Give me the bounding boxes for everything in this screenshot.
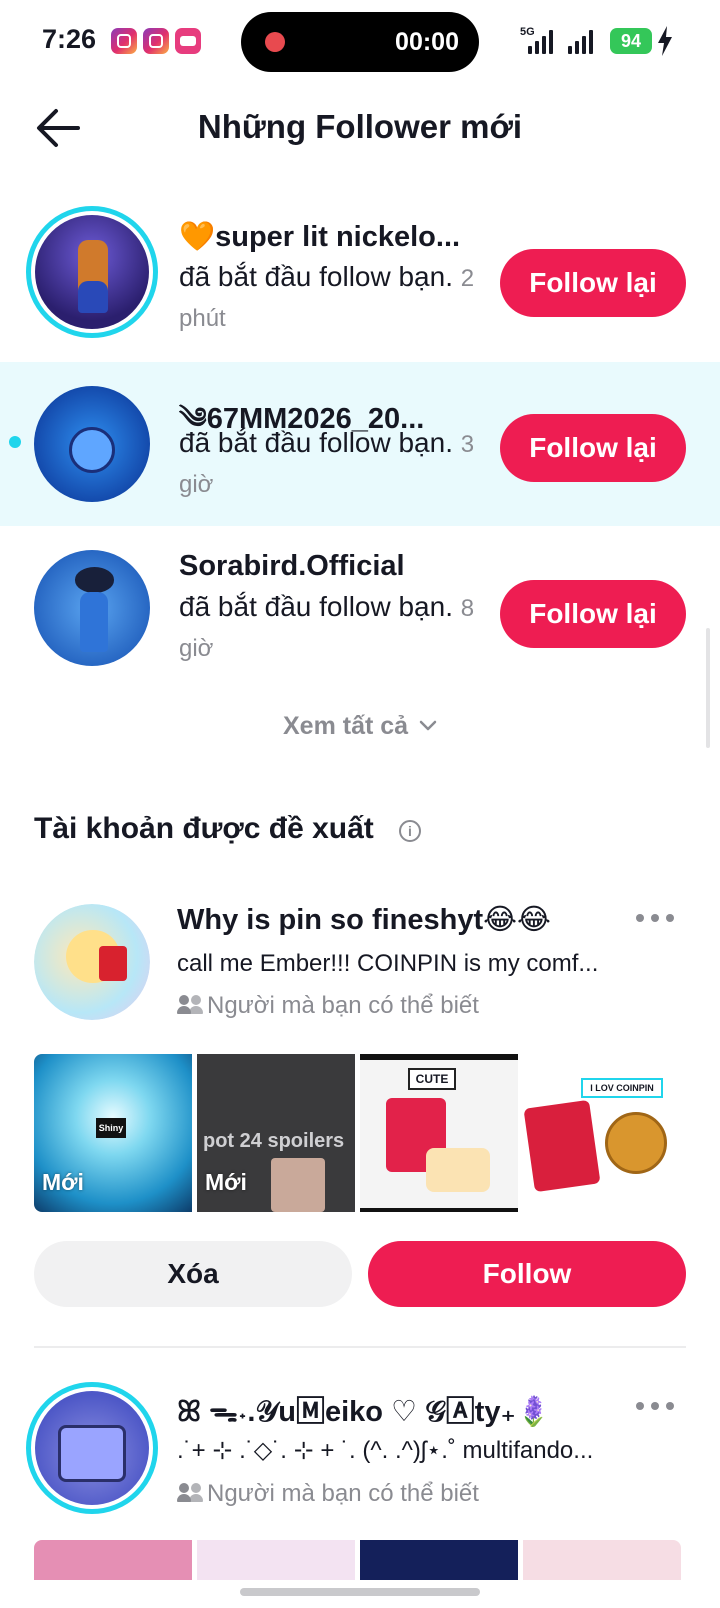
follower-name[interactable]: Sorabird.Official xyxy=(179,550,469,583)
avatar[interactable] xyxy=(34,550,150,666)
suggestion-reason-text: Người mà bạn có thể biết xyxy=(207,1480,479,1507)
people-icon xyxy=(177,1483,205,1503)
follower-name[interactable]: 🧡super lit nickelo... xyxy=(179,220,469,254)
follow-back-button[interactable]: Follow lại xyxy=(500,580,686,648)
follower-action-text: đã bắt đầu follow bạn. xyxy=(179,427,453,458)
page-title: Những Follower mới xyxy=(197,108,523,145)
thumbnail-label: Shiny xyxy=(96,1118,126,1138)
video-thumbnail[interactable]: CUTE xyxy=(360,1054,518,1212)
see-all-link[interactable]: Xem tất cả xyxy=(0,712,720,741)
status-time: 7:26 xyxy=(42,24,97,54)
video-thumbnail[interactable] xyxy=(34,1540,192,1580)
suggestion-reason: Người mà bạn có thể biết xyxy=(177,992,479,1020)
follower-row[interactable]: 🧡super lit nickelo... đã bắt đầu follow … xyxy=(0,190,720,354)
suggested-account-name[interactable]: ꕤ ᯓ˖.𝒴u🄼eiko ♡ 𝒢🄰ty₊🪻 xyxy=(177,1388,597,1430)
thumbnail-label: CUTE xyxy=(408,1068,456,1090)
cellular-signal-icon xyxy=(528,30,556,54)
thumbnail-label: I LOV COINPIN xyxy=(581,1078,663,1098)
follower-activity: đã bắt đầu follow bạn. 8 giờ xyxy=(179,588,479,668)
follower-row[interactable]: ༄67MM2026_20... đã bắt đầu follow bạn. 3… xyxy=(0,362,720,526)
suggested-account-name[interactable]: Why is pin so fineshyt😂😂 xyxy=(177,902,597,937)
new-badge: Mới xyxy=(205,1169,247,1195)
follower-action-text: đã bắt đầu follow bạn. xyxy=(179,591,453,622)
more-options-icon[interactable] xyxy=(636,1402,674,1412)
charging-bolt-icon xyxy=(658,26,672,56)
suggestion-reason: Người mà bạn có thể biết xyxy=(177,1480,479,1508)
app-notification-icon xyxy=(175,28,201,54)
section-title: Tài khoản được đề xuất xyxy=(34,812,374,845)
video-thumbnail[interactable]: I LOV COINPIN xyxy=(523,1054,681,1212)
follower-activity: đã bắt đầu follow bạn. 3 giờ xyxy=(179,424,479,504)
instagram-notification-icon xyxy=(143,28,169,54)
video-thumbnail[interactable]: pot 24 spoilers Mới xyxy=(197,1054,355,1212)
recording-time: 00:00 xyxy=(395,28,459,56)
suggestion-reason-text: Người mà bạn có thể biết xyxy=(207,992,479,1019)
avatar[interactable] xyxy=(26,1382,158,1514)
follow-back-button[interactable]: Follow lại xyxy=(500,249,686,317)
avatar[interactable] xyxy=(34,386,150,502)
video-thumbnail[interactable]: Shiny Mới xyxy=(34,1054,192,1212)
follower-activity: đã bắt đầu follow bạn. 2 phút xyxy=(179,258,479,338)
battery-indicator: 94 xyxy=(610,28,652,54)
new-badge: Mới xyxy=(42,1169,84,1195)
status-bar: 7:26 00:00 5G 94 xyxy=(0,0,720,84)
unread-dot xyxy=(9,436,21,448)
more-options-icon[interactable] xyxy=(636,914,674,924)
follow-button[interactable]: Follow xyxy=(368,1241,686,1307)
suggested-account-bio: .˙+ ⊹ .˙◇˙. ⊹ + ˙. (^. .^)ʃ⋆.˚ multifand… xyxy=(177,1437,594,1464)
video-thumbnail[interactable] xyxy=(360,1540,518,1580)
home-indicator[interactable] xyxy=(240,1588,480,1596)
chevron-down-icon xyxy=(419,720,437,731)
divider xyxy=(34,1346,686,1348)
suggested-account-bio: call me Ember!!! COINPIN is my comf... xyxy=(177,950,599,977)
record-dot-icon xyxy=(265,32,285,52)
video-thumbnail[interactable] xyxy=(523,1540,681,1580)
instagram-notification-icon xyxy=(111,28,137,54)
follower-row[interactable]: Sorabird.Official đã bắt đầu follow bạn.… xyxy=(0,526,720,690)
thumbnail-label: pot 24 spoilers xyxy=(203,1130,345,1152)
cellular-signal-icon xyxy=(568,30,596,54)
video-thumbnail[interactable] xyxy=(197,1540,355,1580)
screen-recorder-pill[interactable]: 00:00 xyxy=(241,12,479,72)
header: Những Follower mới xyxy=(0,84,720,174)
people-icon xyxy=(177,995,205,1015)
follow-back-button[interactable]: Follow lại xyxy=(500,414,686,482)
remove-button[interactable]: Xóa xyxy=(34,1241,352,1307)
info-icon[interactable]: i xyxy=(399,820,421,842)
avatar[interactable] xyxy=(34,904,150,1020)
avatar[interactable] xyxy=(26,206,158,338)
follower-action-text: đã bắt đầu follow bạn. xyxy=(179,261,453,292)
see-all-label: Xem tất cả xyxy=(282,712,409,740)
